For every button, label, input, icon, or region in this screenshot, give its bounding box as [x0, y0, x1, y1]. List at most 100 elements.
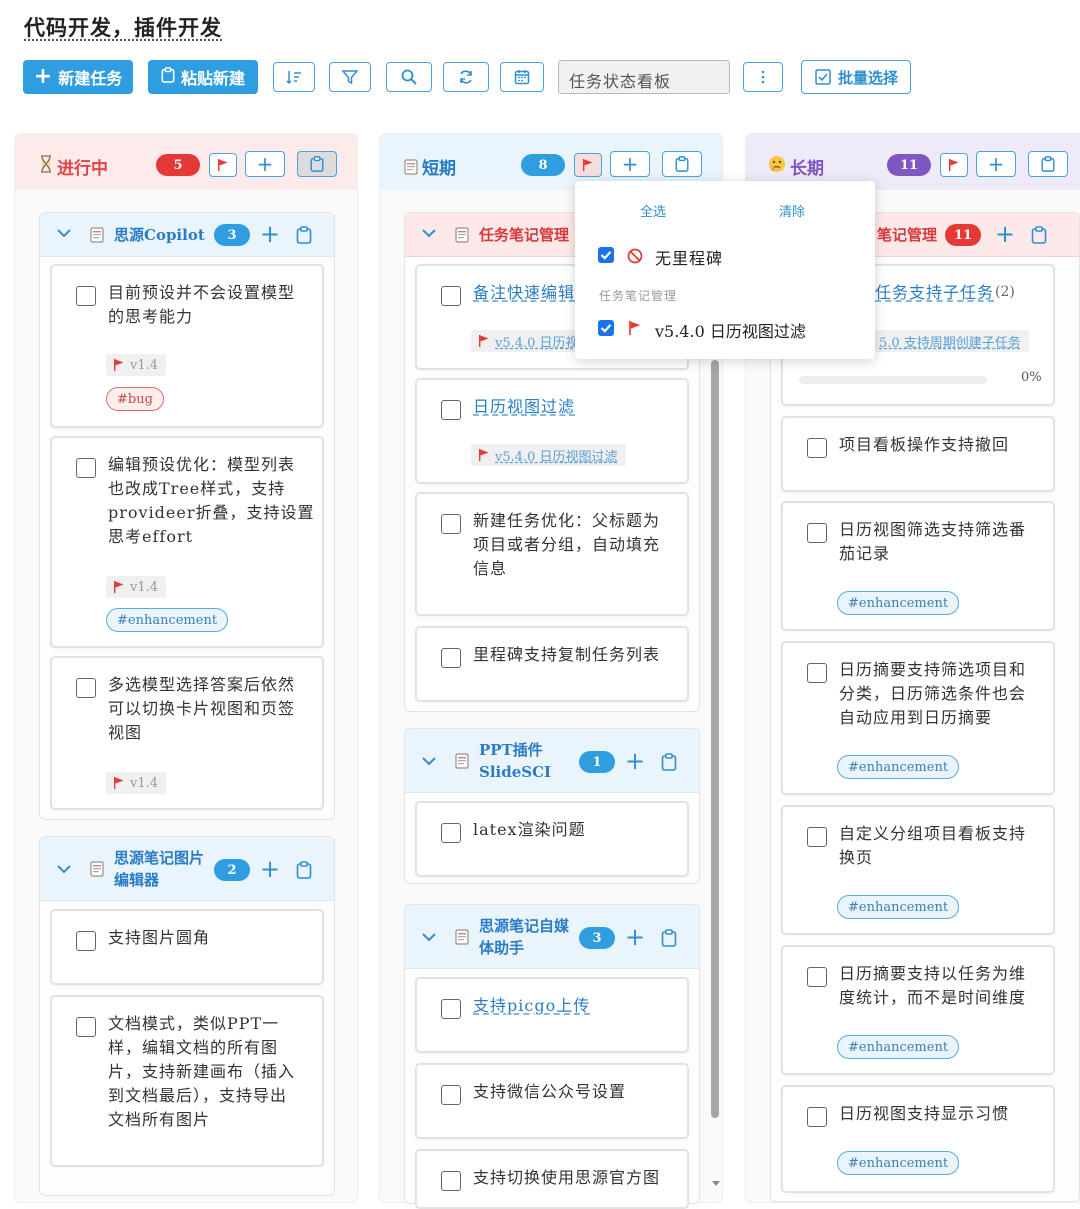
clipboard-icon[interactable]: [296, 226, 312, 244]
task-card[interactable]: 里程碑支持复制任务列表: [415, 626, 689, 702]
task-checkbox[interactable]: [441, 286, 461, 306]
milestone-filter-button[interactable]: [209, 153, 237, 177]
batch-select-button[interactable]: 批量选择: [801, 60, 911, 94]
add-task-icon[interactable]: +: [260, 222, 280, 246]
paste-new-button[interactable]: 粘贴新建: [148, 60, 258, 94]
task-title[interactable]: 自定义分组项目看板支持 换页: [839, 822, 1026, 870]
task-title[interactable]: 里程碑支持复制任务列表: [473, 643, 660, 667]
task-title[interactable]: 备注快速编辑: [473, 281, 575, 305]
milestone-tag[interactable]: v1.4: [106, 772, 167, 794]
paste-button[interactable]: [1028, 151, 1068, 177]
task-card[interactable]: 编辑预设优化：模型列表 也改成Tree样式，支持 provideer折叠，支持设置思…: [50, 436, 324, 648]
task-title[interactable]: latex渲染问题: [473, 818, 586, 842]
task-checkbox[interactable]: [441, 648, 461, 668]
task-card[interactable]: 日历摘要支持筛选项目和 分类，日历筛选条件也会 自动应用到日历摘要 #enhance…: [781, 641, 1055, 795]
task-card[interactable]: 目前预设并不会设置模型 的思考能力 v1.4 #bug: [50, 264, 324, 428]
group-title[interactable]: 任务笔记管理: [479, 224, 569, 246]
task-checkbox[interactable]: [807, 523, 827, 543]
chevron-down-icon[interactable]: [56, 861, 72, 877]
select-all-link[interactable]: 全选: [640, 201, 666, 220]
tag-enhancement[interactable]: #enhancement: [837, 1151, 960, 1175]
milestone-tag[interactable]: 5.0 支持周期创建子任务: [871, 330, 1029, 352]
tag-enhancement[interactable]: #enhancement: [837, 1035, 960, 1059]
chevron-down-icon[interactable]: [421, 929, 437, 945]
task-title[interactable]: 项目看板操作支持撤回: [839, 433, 1009, 457]
tag-bug[interactable]: #bug: [106, 387, 164, 411]
group-header[interactable]: 思源笔记自媒 体助手 3 +: [405, 905, 699, 969]
task-title[interactable]: 支持切换使用思源官方图: [473, 1166, 660, 1190]
add-task-button[interactable]: +: [976, 151, 1016, 177]
add-task-icon[interactable]: +: [625, 925, 645, 949]
task-checkbox[interactable]: [441, 400, 461, 420]
task-card[interactable]: 支持picgo上传: [415, 977, 689, 1053]
task-checkbox[interactable]: [441, 823, 461, 843]
task-card[interactable]: 支持图片圆角: [50, 909, 324, 985]
milestone-filter-button[interactable]: [574, 153, 602, 177]
task-card[interactable]: 自定义分组项目看板支持 换页 #enhancement: [781, 805, 1055, 935]
task-checkbox[interactable]: [441, 514, 461, 534]
task-card[interactable]: 多选模型选择答案后依然 可以切换卡片视图和页签 视图 v1.4: [50, 656, 324, 810]
clipboard-icon[interactable]: [296, 861, 312, 879]
task-card[interactable]: 日历视图过滤 v5.4.0 日历视图过滤: [415, 378, 689, 484]
task-card[interactable]: 文档模式，类似PPT一 样，编辑文档的所有图 片，支持新建画布（插入 到文档最后），支…: [50, 995, 324, 1167]
refresh-button[interactable]: [443, 62, 489, 92]
task-card[interactable]: 支持微信公众号设置: [415, 1063, 689, 1139]
task-title[interactable]: 日历视图支持显示习惯: [839, 1102, 1009, 1126]
task-title[interactable]: 支持picgo上传: [473, 994, 590, 1018]
calendar-button[interactable]: [500, 62, 544, 92]
milestone-tag[interactable]: v5.4.0 日历视图过滤: [471, 444, 626, 466]
group-header[interactable]: 思源Copilot 3 +: [40, 213, 334, 257]
task-title[interactable]: 日历视图筛选支持筛选番 茄记录: [839, 518, 1026, 566]
paste-button[interactable]: [297, 151, 337, 177]
group-title[interactable]: 思源笔记图片 编辑器: [114, 847, 204, 891]
task-card[interactable]: latex渲染问题: [415, 801, 689, 877]
task-checkbox[interactable]: [441, 1171, 461, 1191]
add-task-button[interactable]: +: [610, 151, 650, 177]
group-title[interactable]: PPT插件 SlideSCI: [479, 739, 551, 783]
task-card[interactable]: 新建任务优化：父标题为 项目或者分组，自动填充 信息: [415, 492, 689, 616]
milestone-tag[interactable]: v1.4: [106, 576, 167, 598]
task-checkbox[interactable]: [807, 1107, 827, 1127]
task-checkbox[interactable]: [807, 967, 827, 987]
tag-enhancement[interactable]: #enhancement: [837, 591, 960, 615]
tag-enhancement[interactable]: #enhancement: [106, 608, 229, 632]
task-title[interactable]: 日历摘要支持以任务为维 度统计，而不是时间维度: [839, 962, 1026, 1010]
add-task-icon[interactable]: +: [260, 857, 280, 881]
scrollbar-thumb[interactable]: [711, 360, 719, 1118]
milestone-tag[interactable]: v1.4: [106, 354, 167, 376]
add-task-icon[interactable]: +: [625, 749, 645, 773]
new-task-button[interactable]: + 新建任务: [23, 60, 133, 94]
task-title[interactable]: 编辑预设优化：模型列表 也改成Tree样式，支持 provideer折叠，支持设置思…: [108, 453, 315, 549]
chevron-down-icon[interactable]: [421, 753, 437, 769]
group-title[interactable]: 思源笔记自媒 体助手: [479, 915, 569, 959]
chevron-down-icon[interactable]: [56, 225, 72, 241]
search-button[interactable]: [386, 62, 432, 92]
milestone-filter-button[interactable]: [940, 153, 968, 177]
task-card[interactable]: 日历视图支持显示习惯 #enhancement: [781, 1085, 1055, 1193]
clipboard-icon[interactable]: [661, 753, 677, 771]
task-checkbox[interactable]: [76, 1017, 96, 1037]
clear-link[interactable]: 清除: [779, 201, 805, 220]
view-select[interactable]: 任务状态看板: [558, 60, 730, 94]
task-title[interactable]: 支持图片圆角: [108, 926, 210, 950]
task-checkbox[interactable]: [807, 827, 827, 847]
group-title[interactable]: 笔记管理: [877, 224, 937, 246]
task-title[interactable]: 文档模式，类似PPT一 样，编辑文档的所有图 片，支持新建画布（插入 到文档最后），支…: [108, 1012, 295, 1132]
task-checkbox[interactable]: [441, 1085, 461, 1105]
scroll-down-icon[interactable]: [711, 1180, 721, 1188]
checkbox-checked[interactable]: [598, 320, 614, 336]
clipboard-icon[interactable]: [661, 929, 677, 947]
sort-button[interactable]: [273, 62, 315, 92]
task-checkbox[interactable]: [807, 663, 827, 683]
group-header[interactable]: PPT插件 SlideSCI 1 +: [405, 729, 699, 793]
task-checkbox[interactable]: [76, 678, 96, 698]
filter-button[interactable]: [329, 62, 371, 92]
task-card[interactable]: 日历摘要支持以任务为维 度统计，而不是时间维度 #enhancement: [781, 945, 1055, 1075]
checkbox-checked[interactable]: [598, 247, 614, 263]
option-milestone[interactable]: v5.4.0 日历视图过滤: [655, 318, 806, 342]
task-card[interactable]: 日历视图筛选支持筛选番 茄记录 #enhancement: [781, 501, 1055, 631]
tag-enhancement[interactable]: #enhancement: [837, 895, 960, 919]
task-checkbox[interactable]: [441, 999, 461, 1019]
paste-button[interactable]: [662, 151, 702, 177]
task-title[interactable]: 日历摘要支持筛选项目和 分类，日历筛选条件也会 自动应用到日历摘要: [839, 658, 1026, 730]
